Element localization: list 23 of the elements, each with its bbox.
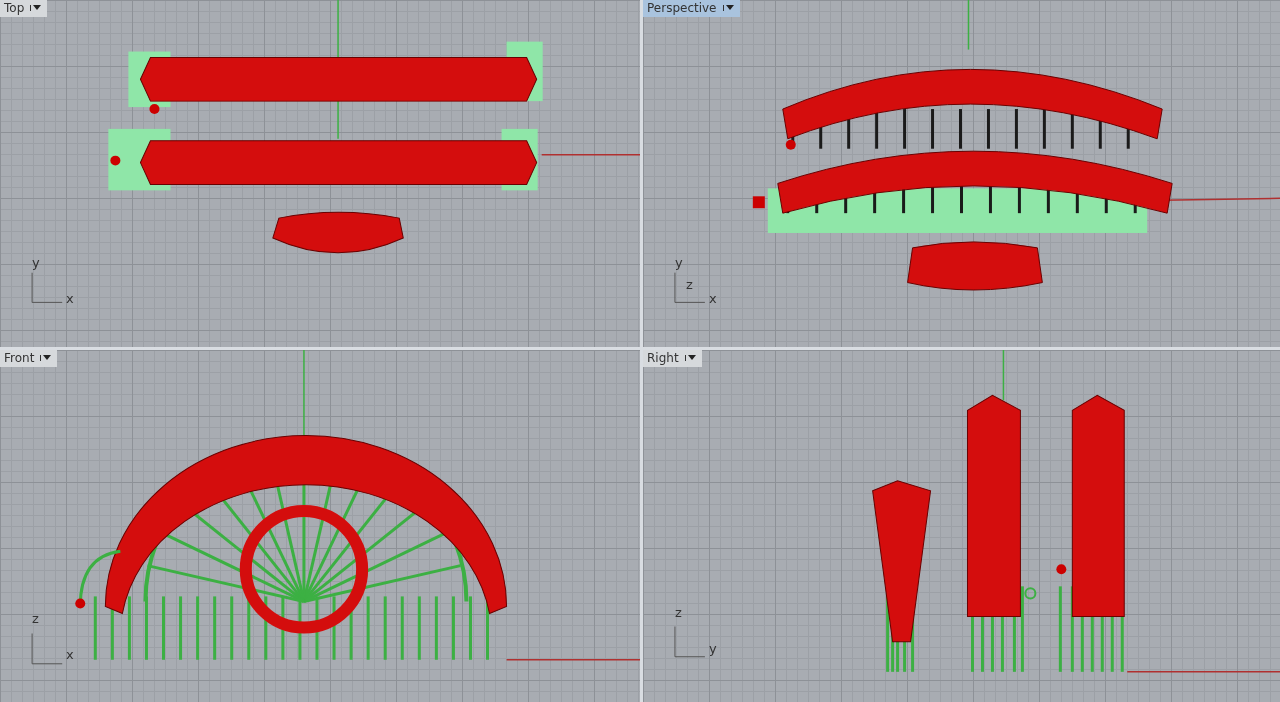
caret-icon[interactable] (722, 5, 734, 11)
axis-icon (674, 272, 706, 303)
z-axis-line (967, 0, 970, 51)
caret-icon[interactable] (684, 355, 696, 361)
caret-icon[interactable] (30, 5, 42, 11)
z-axis-line (1002, 350, 1005, 402)
axis-label: y (32, 256, 40, 269)
axis-label: z (675, 606, 682, 619)
viewport-tab[interactable]: Perspective (643, 0, 740, 17)
axis-label: x (709, 292, 717, 305)
axis-label: y (675, 256, 683, 269)
axis-icon (31, 633, 63, 665)
axis-label: z (32, 612, 39, 625)
viewport-tab[interactable]: Right (643, 350, 702, 367)
viewport-tab[interactable]: Top (0, 0, 48, 17)
axis-label: x (66, 292, 74, 305)
viewport-tab[interactable]: Front (0, 350, 58, 367)
caret-icon[interactable] (40, 355, 52, 361)
axis-label: y (709, 642, 717, 655)
axis-label: z (686, 278, 693, 291)
axis-icon (674, 626, 706, 658)
axis-icon (31, 272, 63, 303)
axis-label: x (66, 648, 74, 661)
